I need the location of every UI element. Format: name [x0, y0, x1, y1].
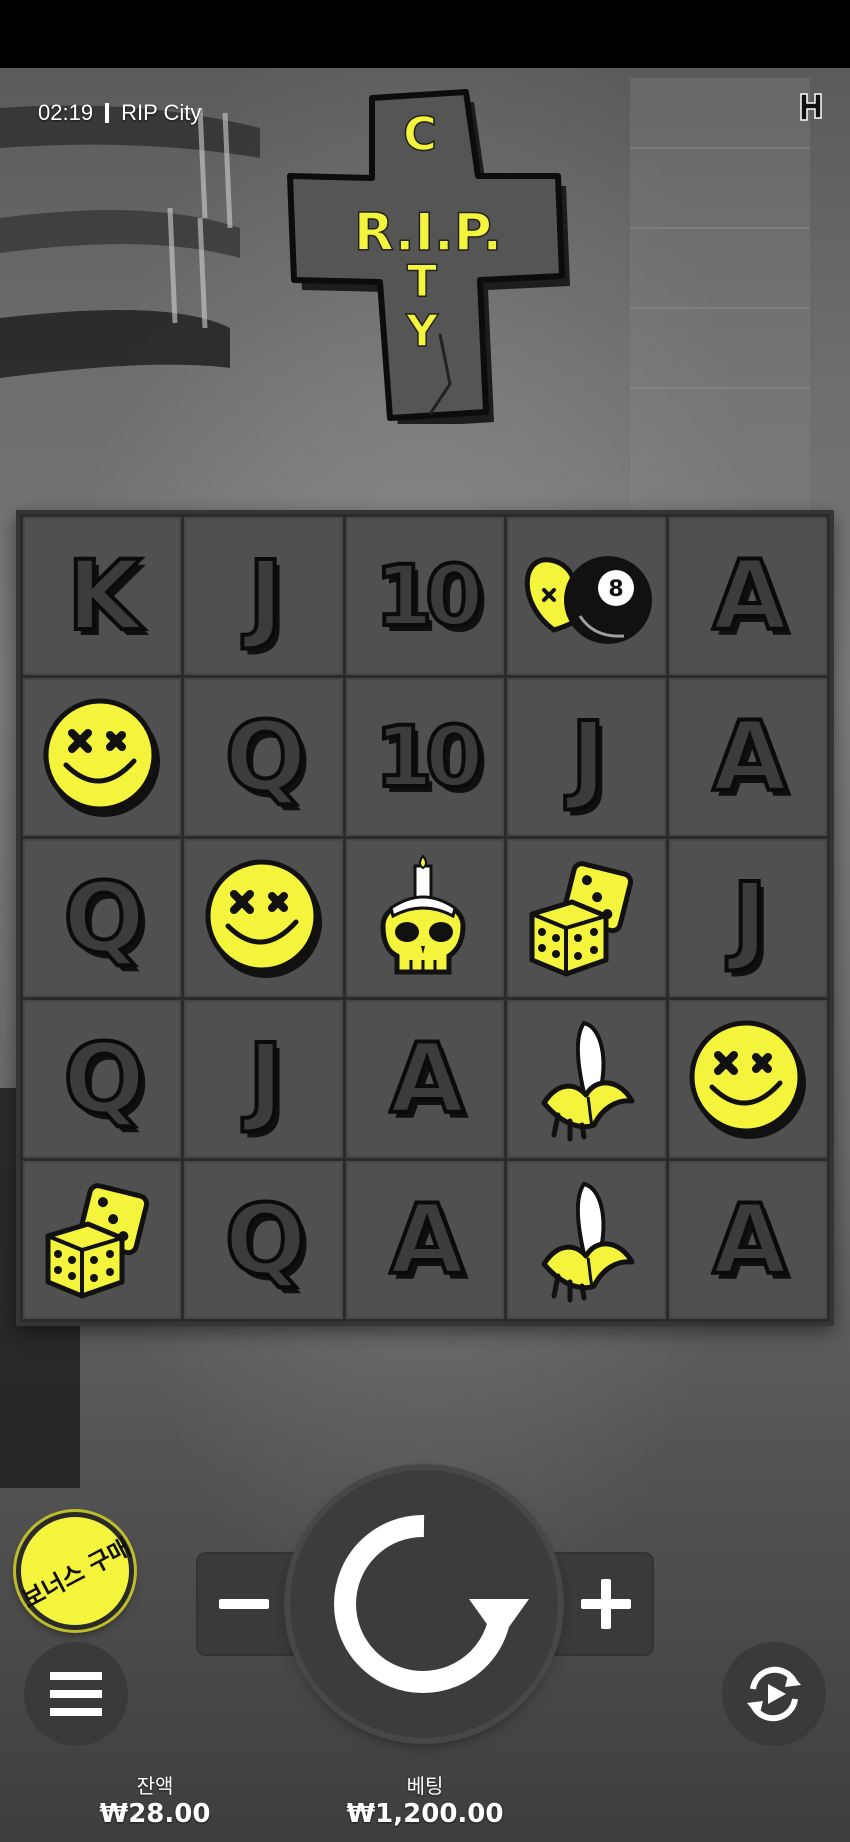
increase-bet-button[interactable]: [558, 1552, 654, 1656]
autoplay-button[interactable]: [722, 1642, 826, 1746]
logo-letter-c: C: [403, 107, 437, 161]
menu-button[interactable]: [24, 1642, 128, 1746]
reel-cell: J: [668, 839, 827, 997]
reel-cell: [23, 1161, 182, 1319]
card-symbol-a: A: [388, 1184, 466, 1296]
reel-cell: A: [345, 1000, 505, 1158]
bet-value: ₩1,200.00: [346, 1799, 504, 1829]
card-symbol-q: Q: [223, 1184, 309, 1296]
game-name: RIP City: [121, 100, 202, 125]
reel-cell: 10: [345, 517, 505, 675]
plus-icon: [581, 1579, 631, 1629]
clock-time: 02:19: [38, 100, 94, 125]
dice-icon: [529, 861, 634, 977]
decrease-bet-button[interactable]: [196, 1552, 292, 1656]
card-symbol-a: A: [711, 701, 789, 813]
card-symbol-q: Q: [223, 701, 309, 813]
reel-cell: A: [668, 1161, 827, 1319]
status-line: 02:19 RIP City: [38, 98, 201, 128]
skull-candle-icon: [380, 854, 466, 975]
bonus-buy-label: 보너스 구매: [17, 1532, 136, 1614]
reel-cell: A: [668, 678, 827, 836]
card-symbol-a: A: [388, 1023, 466, 1135]
logo-word-rip: R.I.P.: [354, 203, 502, 263]
rip-city-logo: C R.I.P. T Y I: [287, 89, 570, 424]
dice-icon: [45, 1183, 150, 1299]
reel-cell: [507, 1000, 666, 1158]
reel-cell: 8: [507, 517, 666, 675]
balance-display: 잔액 ₩28.00: [90, 1774, 220, 1830]
reel-cell: J: [184, 517, 343, 675]
smiley-icon: [689, 1020, 806, 1139]
minus-icon: [219, 1599, 269, 1609]
spin-arrow-icon: [334, 1514, 529, 1693]
logo-letter-y: Y: [405, 306, 439, 357]
smiley-icon: [205, 859, 322, 978]
card-symbol-j: J: [246, 1023, 286, 1135]
reel-cell: [507, 839, 666, 997]
reel-cell: J: [184, 1000, 343, 1158]
balance-value: ₩28.00: [99, 1799, 211, 1829]
separator: [105, 103, 110, 123]
reel-cell: K: [23, 517, 182, 675]
reel-cell: Q: [184, 678, 343, 836]
autoplay-icon: [747, 1666, 801, 1722]
banana-icon: [541, 1020, 635, 1142]
banana-icon: [541, 1181, 635, 1303]
reel-cell: Q: [23, 839, 182, 997]
card-symbol-a: A: [711, 540, 789, 652]
staircase-decoration: [0, 105, 260, 378]
reel-cell: Q: [23, 1000, 182, 1158]
reel-grid: K J 10 8 A Q 10 J A Q J Q J A Q A A: [16, 510, 834, 1326]
card-symbol-a: A: [711, 1184, 789, 1296]
card-symbol-j: J: [569, 701, 609, 813]
hamburger-icon: [50, 1672, 102, 1716]
bet-label: 베팅: [406, 1774, 444, 1798]
reel-cell: [507, 1161, 666, 1319]
reel-cell: [23, 678, 182, 836]
reel-cell: J: [507, 678, 666, 836]
reel-cell: [184, 839, 343, 997]
card-symbol-k: K: [65, 540, 143, 652]
card-symbol-10: 10: [373, 708, 486, 806]
bonus-buy-button[interactable]: 보너스 구매: [16, 1512, 136, 1630]
reel-cell: A: [345, 1161, 505, 1319]
reel-cell: A: [668, 517, 827, 675]
heart-eight-ball-icon: 8: [525, 556, 653, 644]
reel-cell: 10: [345, 678, 505, 836]
smiley-icon: [43, 698, 161, 817]
reel-cell: [668, 1000, 827, 1158]
card-symbol-j: J: [246, 540, 286, 652]
provider-logo-icon: [800, 93, 822, 121]
spin-button[interactable]: [290, 1470, 558, 1738]
reel-cell: Q: [184, 1161, 343, 1319]
reel-cell: [345, 839, 505, 997]
svg-text:8: 8: [609, 577, 624, 602]
card-symbol-q: Q: [61, 862, 147, 974]
card-symbol-q: Q: [61, 1023, 147, 1135]
bet-display: 베팅 ₩1,200.00: [340, 1774, 510, 1830]
card-symbol-j: J: [730, 862, 770, 974]
card-symbol-10: 10: [373, 547, 486, 645]
balance-label: 잔액: [136, 1774, 174, 1798]
logo-letter-t: T: [407, 256, 437, 307]
